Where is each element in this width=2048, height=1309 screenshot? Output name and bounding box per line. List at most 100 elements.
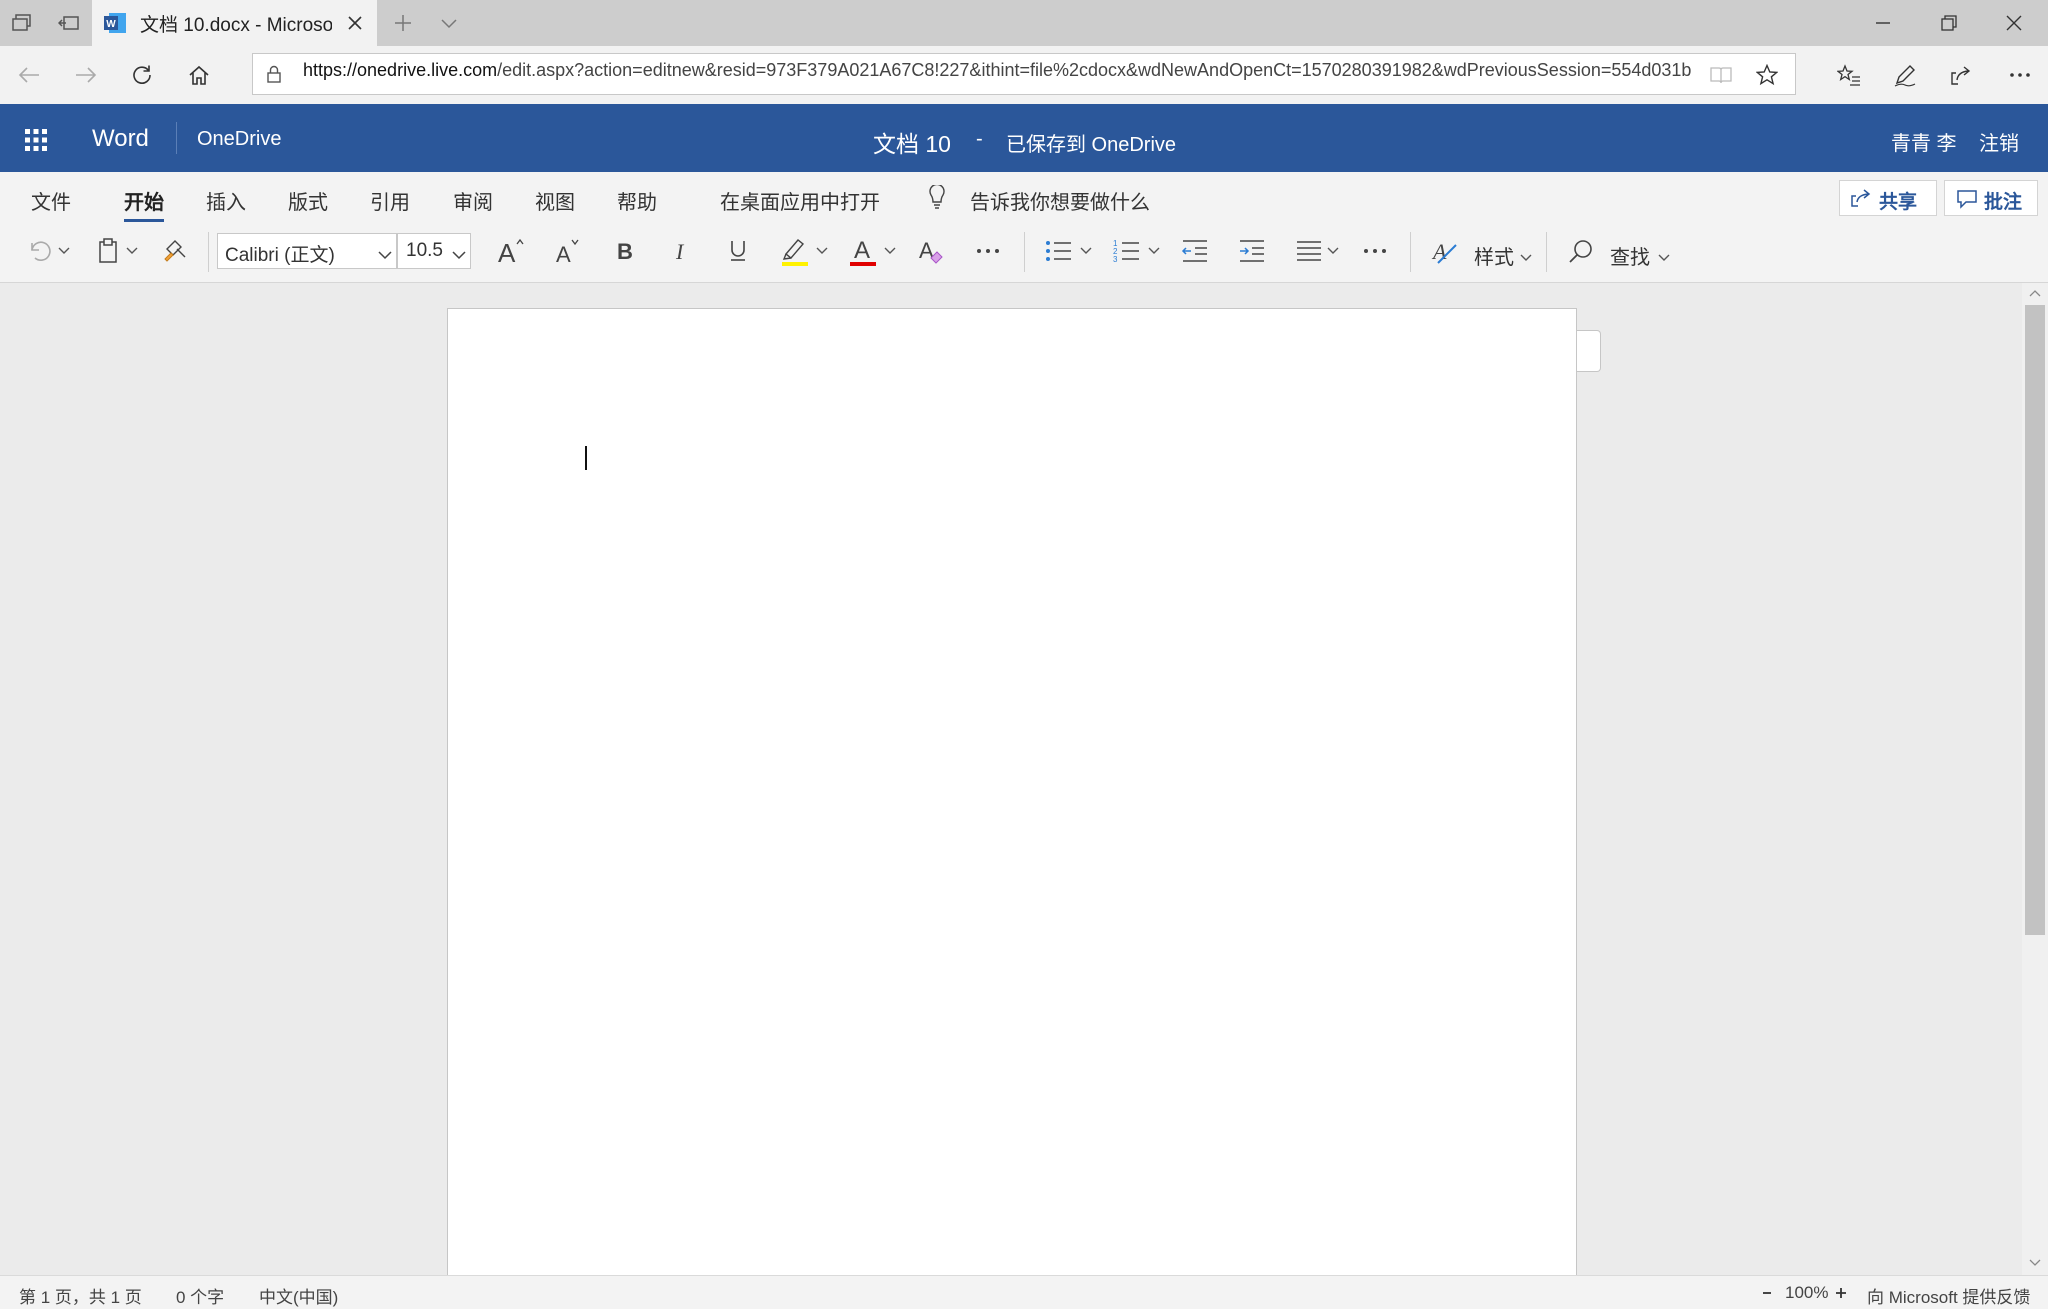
forward-arrow-icon[interactable] [71,60,101,90]
minimize-window-icon[interactable] [1868,10,1898,36]
font-color-chevron-icon[interactable] [882,242,898,260]
tab-view[interactable]: 视图 [535,186,575,215]
scroll-down-icon[interactable] [2026,1255,2044,1271]
title-separator: - [976,128,983,150]
comment-icon [1956,189,1978,214]
numbering-chevron-icon[interactable] [1146,242,1162,260]
bullets-chevron-icon[interactable] [1078,242,1094,260]
font-color-icon[interactable]: A [846,233,880,269]
browser-tab-title: 文档 10.docx - Microsoft Word [140,15,332,36]
svg-text:W: W [106,19,116,30]
toolbar-separator [208,232,209,272]
align-chevron-icon[interactable] [1325,242,1341,260]
styles-label: 样式 [1474,247,1514,269]
tabs-aside-icon[interactable] [56,10,82,36]
pen-notes-icon[interactable] [1890,60,1920,90]
refresh-icon[interactable] [127,60,157,90]
font-name-chevron-icon [378,247,392,265]
paste-chevron-icon[interactable] [124,242,140,260]
font-name-select[interactable]: Calibri (正文) [217,233,397,269]
tab-actions-icon[interactable] [10,10,36,36]
lightbulb-icon [924,183,950,213]
doc-title[interactable]: 文档 10 [873,125,951,159]
share-browser-icon[interactable] [1946,60,1976,90]
share-label: 共享 [1879,192,1918,213]
zoom-in-icon[interactable] [1832,1284,1850,1302]
back-arrow-icon[interactable] [14,60,44,90]
tab-file[interactable]: 文件 [31,186,71,215]
reading-view-icon[interactable] [1706,61,1736,89]
url-host: https://onedrive.live.com [303,60,498,80]
feedback-link[interactable]: 向 Microsoft 提供反馈 [1867,1283,2030,1308]
svg-text:B: B [617,239,633,263]
app-launcher-icon[interactable] [20,124,52,156]
lock-icon[interactable] [262,61,286,87]
share-button[interactable]: 共享 [1839,180,1937,216]
language-indicator[interactable]: 中文(中国) [259,1283,338,1308]
search-icon [1568,239,1594,270]
undo-icon[interactable] [24,236,54,266]
comments-button[interactable]: 批注 [1944,180,2038,216]
more-options-icon[interactable] [2003,60,2037,90]
find-label: 查找 [1610,247,1650,269]
tab-help[interactable]: 帮助 [617,186,657,215]
italic-icon[interactable]: I [666,235,696,267]
shrink-font-icon[interactable]: A [551,235,585,267]
numbering-icon[interactable]: 123 [1110,235,1144,267]
svg-text:I: I [675,239,685,263]
scrollbar-thumb[interactable] [2025,305,2045,935]
toolbar-separator-4 [1546,232,1547,272]
underline-icon[interactable] [723,235,753,267]
styles-button[interactable]: A 样式 [1428,234,1536,270]
font-size-select[interactable]: 10.5 [397,233,471,269]
comments-label: 批注 [1984,192,2023,213]
favorite-star-icon[interactable] [1752,60,1782,90]
find-button[interactable]: 查找 [1564,234,1672,270]
highlight-icon[interactable] [778,233,812,269]
bold-icon[interactable]: B [610,235,640,267]
clear-formatting-icon[interactable]: A [916,235,948,267]
user-name[interactable]: 青青 李 [1891,127,1957,156]
url-text[interactable]: https://onedrive.live.com/edit.aspx?acti… [303,60,1695,81]
new-tab-icon[interactable] [390,10,416,36]
text-cursor [585,446,587,470]
onedrive-link[interactable]: OneDrive [197,128,281,151]
home-icon[interactable] [184,60,214,90]
bullets-icon[interactable] [1042,235,1076,267]
highlight-chevron-icon[interactable] [814,242,830,260]
styles-icon: A [1430,237,1460,272]
zoom-level[interactable]: 100% [1785,1283,1828,1303]
undo-chevron-icon[interactable] [56,242,72,260]
grow-font-icon[interactable]: A [494,235,528,267]
font-size-value: 10.5 [406,240,443,261]
app-name[interactable]: Word [92,125,149,153]
increase-indent-icon[interactable] [1235,235,1269,267]
page-count: 第 1 页，共 1 页 [19,1288,142,1307]
tab-layout[interactable]: 版式 [288,186,328,215]
open-in-desktop-button[interactable]: 在桌面应用中打开 [720,186,880,215]
paste-icon[interactable] [94,236,124,266]
svg-text:A: A [556,242,571,265]
more-font-options-icon[interactable] [972,240,1004,262]
tell-me-search[interactable]: 告诉我你想要做什么 [970,186,1150,215]
comment-pane-tab[interactable] [1574,330,1601,372]
more-paragraph-options-icon[interactable] [1359,240,1391,262]
close-window-icon[interactable] [1999,10,2029,36]
restore-window-icon[interactable] [1934,10,1964,36]
tab-review[interactable]: 审阅 [453,186,493,215]
document-page[interactable] [447,308,1577,1288]
align-icon[interactable] [1292,235,1326,267]
tab-home[interactable]: 开始 [124,186,164,215]
share-icon [1850,188,1872,213]
zoom-out-icon[interactable] [1758,1284,1776,1302]
find-chevron-icon [1658,249,1670,267]
close-tab-icon[interactable] [342,10,368,36]
scroll-up-icon[interactable] [2026,285,2044,301]
tab-list-chevron-icon[interactable] [436,12,462,34]
decrease-indent-icon[interactable] [1178,235,1212,267]
tab-insert[interactable]: 插入 [206,186,246,215]
format-painter-icon[interactable] [160,236,190,266]
sign-out-link[interactable]: 注销 [1979,127,2019,156]
tab-references[interactable]: 引用 [370,186,410,215]
favorites-list-icon[interactable] [1834,60,1864,90]
